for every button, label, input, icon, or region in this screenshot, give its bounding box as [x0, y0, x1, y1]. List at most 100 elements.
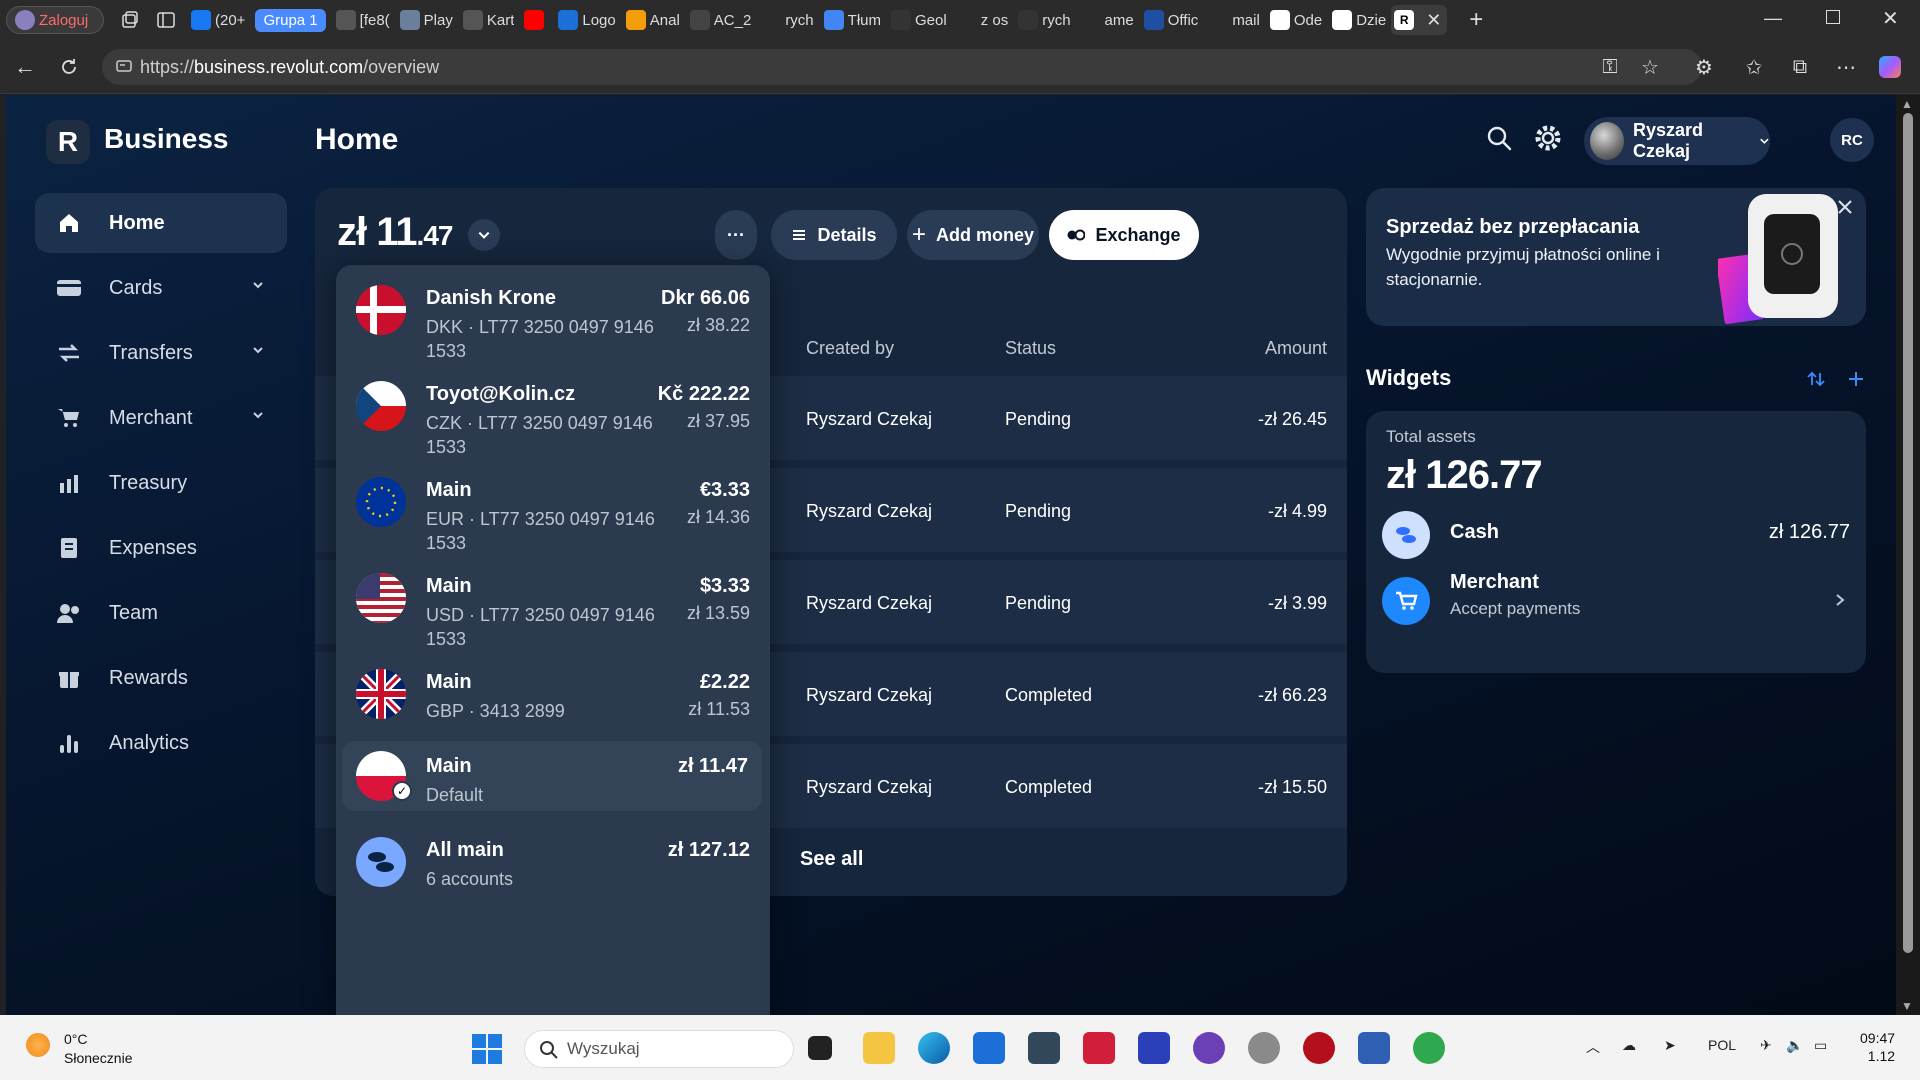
- url-field[interactable]: https://business.revolut.com/overview: [102, 49, 1702, 85]
- browser-tab[interactable]: mail: [1205, 5, 1263, 35]
- github-desktop-icon[interactable]: [1193, 1032, 1225, 1064]
- site-info-icon[interactable]: [114, 56, 134, 76]
- cube-app-icon[interactable]: [1028, 1032, 1060, 1064]
- refresh-button[interactable]: [54, 52, 84, 82]
- initials-avatar[interactable]: RC: [1830, 118, 1874, 162]
- balance-amount[interactable]: zł 11.47: [337, 210, 453, 255]
- language-indicator[interactable]: POL: [1708, 1037, 1736, 1053]
- promo-banner[interactable]: Sprzedaż bez przepłacania Wygodnie przyj…: [1366, 188, 1866, 326]
- start-button[interactable]: [472, 1034, 502, 1064]
- new-tab-button[interactable]: +: [1469, 6, 1483, 34]
- column-created-by: Created by: [806, 338, 895, 358]
- sidebar-item-treasury[interactable]: Treasury: [35, 453, 287, 513]
- favorites-icon[interactable]: ✩: [1740, 53, 1768, 81]
- active-tab[interactable]: R ✕: [1391, 5, 1448, 35]
- browser-tab[interactable]: rych: [758, 5, 816, 35]
- tab-actions-icon[interactable]: [148, 5, 184, 35]
- file-explorer-icon[interactable]: [863, 1032, 895, 1064]
- profile-menu-button[interactable]: Ryszard Czekaj: [1584, 117, 1770, 165]
- total-assets-label: Total assets: [1386, 427, 1476, 446]
- network-icon[interactable]: ✈: [1760, 1037, 1772, 1054]
- cash-row[interactable]: Cash zł 126.77: [1366, 499, 1866, 569]
- sidebar-item-analytics[interactable]: Analytics: [35, 713, 287, 773]
- onedrive-cloud-icon[interactable]: ☁: [1622, 1037, 1636, 1054]
- extensions-icon[interactable]: ⚙: [1690, 53, 1718, 81]
- sidebar-item-rewards[interactable]: Rewards: [35, 648, 287, 708]
- browser-tab[interactable]: Anal: [623, 5, 683, 35]
- browser-tab[interactable]: AC_2: [687, 5, 755, 35]
- account-switch-chevron-icon[interactable]: [468, 219, 500, 251]
- browser-tab[interactable]: Dzie: [1329, 5, 1389, 35]
- browser-tab[interactable]: ame: [1078, 5, 1137, 35]
- profile-tab[interactable]: Zaloguj: [6, 6, 104, 34]
- page-scrollbar[interactable]: ▲ ▼: [1896, 95, 1920, 1015]
- sidebar-item-transfers[interactable]: Transfers: [35, 323, 287, 383]
- key-icon[interactable]: ⚿: [1596, 53, 1624, 81]
- scroll-down-arrow-icon[interactable]: ▼: [1901, 999, 1913, 1013]
- minimize-button[interactable]: —: [1764, 8, 1782, 29]
- see-all-link[interactable]: See all: [800, 848, 863, 871]
- merchant-row[interactable]: Merchant Accept payments: [1366, 565, 1866, 635]
- sidebar-item-expenses[interactable]: Expenses: [35, 518, 287, 578]
- maximize-button[interactable]: [1826, 10, 1840, 24]
- back-button[interactable]: ←: [10, 52, 40, 82]
- browser-tab[interactable]: Geol: [888, 5, 950, 35]
- close-window-button[interactable]: ✕: [1882, 6, 1899, 31]
- edge-browser-icon[interactable]: [918, 1032, 950, 1064]
- task-view-icon[interactable]: [808, 1036, 832, 1060]
- network-app-icon[interactable]: [1248, 1032, 1280, 1064]
- green-app-icon[interactable]: [1413, 1032, 1445, 1064]
- browser-tab[interactable]: [521, 5, 551, 35]
- search-icon[interactable]: [1483, 122, 1515, 154]
- favorite-star-icon[interactable]: ☆: [1636, 53, 1664, 81]
- exchange-button[interactable]: Exchange: [1049, 210, 1199, 260]
- sidebar-item-team[interactable]: Team: [35, 583, 287, 643]
- volume-icon[interactable]: 🔈: [1786, 1037, 1803, 1054]
- copilot-icon[interactable]: [1876, 53, 1904, 81]
- sun-icon[interactable]: [26, 1033, 50, 1057]
- remote-app-icon[interactable]: [1358, 1032, 1390, 1064]
- d-app-icon[interactable]: [1303, 1032, 1335, 1064]
- sidebar-item-cards[interactable]: Cards: [35, 258, 287, 318]
- location-icon[interactable]: ➤: [1664, 1037, 1676, 1054]
- browser-tab[interactable]: z os: [954, 5, 1012, 35]
- browser-tab[interactable]: [fe8(: [333, 5, 393, 35]
- browser-tab[interactable]: Kart: [460, 5, 518, 35]
- account-option[interactable]: ✓ Main Default zł 11.47: [342, 741, 762, 811]
- add-money-button[interactable]: + Add money: [907, 210, 1039, 260]
- browser-tab[interactable]: Tłum: [821, 5, 884, 35]
- taskbar-search[interactable]: Wyszukaj: [524, 1030, 794, 1068]
- account-option[interactable]: All main 6 accounts zł 127.12: [336, 819, 770, 937]
- battery-icon[interactable]: ▭: [1814, 1037, 1827, 1054]
- clock[interactable]: 09:47 1.12: [1860, 1029, 1895, 1065]
- store-icon[interactable]: [973, 1032, 1005, 1064]
- add-widget-icon[interactable]: [1846, 369, 1866, 389]
- browser-tab[interactable]: Play: [397, 5, 456, 35]
- sidebar-item-merchant[interactable]: Merchant: [35, 388, 287, 448]
- floppy-save-icon[interactable]: [1138, 1032, 1170, 1064]
- more-menu-icon[interactable]: ⋯: [1832, 53, 1860, 81]
- reorder-icon[interactable]: [1806, 369, 1826, 389]
- tab-group-pill[interactable]: Grupa 1: [255, 8, 326, 32]
- sidebar-item-home[interactable]: Home: [35, 193, 287, 253]
- details-button[interactable]: Details: [771, 210, 897, 260]
- workspaces-icon[interactable]: [112, 5, 148, 35]
- account-name: Main: [426, 755, 472, 777]
- scroll-thumb[interactable]: [1903, 113, 1913, 953]
- close-tab-icon[interactable]: ✕: [1426, 10, 1441, 31]
- browser-tab[interactable]: rych: [1015, 5, 1073, 35]
- scroll-up-arrow-icon[interactable]: ▲: [1901, 97, 1913, 111]
- more-button[interactable]: ···: [715, 210, 757, 260]
- tray-chevron-icon[interactable]: ︿: [1586, 1037, 1600, 1057]
- collections-icon[interactable]: ⧉: [1786, 53, 1814, 81]
- browser-tab[interactable]: Logo: [555, 5, 618, 35]
- browser-tab[interactable]: (20+: [188, 5, 248, 35]
- browser-tab[interactable]: Grupa 1: [252, 5, 328, 35]
- browser-tab[interactable]: Ode: [1267, 5, 1325, 35]
- browser-tab[interactable]: Offic: [1141, 5, 1202, 35]
- revolut-logo[interactable]: R: [46, 120, 90, 164]
- close-icon[interactable]: [1836, 198, 1854, 216]
- cart-icon: [55, 404, 83, 432]
- red-app-icon[interactable]: [1083, 1032, 1115, 1064]
- settings-gear-icon[interactable]: [1532, 122, 1564, 154]
